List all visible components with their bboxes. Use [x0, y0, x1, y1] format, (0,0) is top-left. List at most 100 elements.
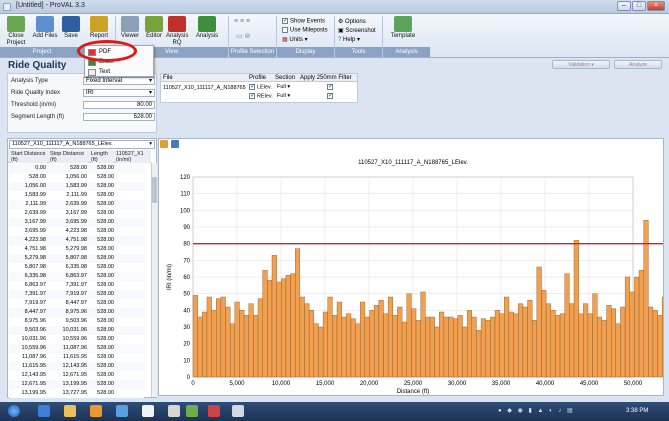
- analysis-button[interactable]: Analysis: [192, 16, 222, 50]
- table-row[interactable]: 5,807.98 6,335.98 528.00: [9, 263, 144, 272]
- app-icon[interactable]: [116, 405, 128, 417]
- table-row[interactable]: 2,111.99 2,639.99 528.00: [9, 200, 144, 209]
- system-tray-icons[interactable]: ● ◆ ◉ ▮ ▲ ◐ ♪ ▤: [498, 407, 610, 416]
- stop-distance-header: Stop Distance (ft): [50, 151, 88, 163]
- table-row[interactable]: 6,335.98 6,863.97 528.00: [9, 272, 144, 281]
- table-cell: 528.00: [97, 246, 114, 252]
- table-cell: 10,031.96: [21, 336, 46, 342]
- scrollbar-thumb[interactable]: [152, 177, 157, 203]
- use-mileposts-checkbox[interactable]: Use Mileposts: [282, 27, 328, 34]
- table-cell: 528.00: [97, 219, 114, 225]
- minimize-button[interactable]: –: [617, 1, 631, 11]
- table-row[interactable]: 8,975.96 9,503.96 528.00: [9, 317, 144, 326]
- app-icon[interactable]: [3, 3, 11, 11]
- threshold-input[interactable]: 80.00: [83, 101, 155, 109]
- table-row[interactable]: 9,503.96 10,031.96 528.00: [9, 326, 144, 335]
- table-row[interactable]: 4,223.98 4,751.98 528.00: [9, 236, 144, 245]
- table-row[interactable]: 1,583.99 2,111.99 528.00: [9, 191, 144, 200]
- proval-taskbar-icon[interactable]: [208, 405, 220, 417]
- table-row[interactable]: 528.00 1,056.00 528.00: [9, 173, 144, 182]
- table-cell: 4,751.98: [65, 237, 87, 243]
- filter-checkbox-left[interactable]: ✓: [327, 84, 335, 91]
- table-row[interactable]: 0.00 528.00 528.00: [9, 164, 144, 173]
- table-cell: 0.00: [35, 165, 46, 171]
- profile-align-icon[interactable]: ≡ ≡ ≡: [234, 18, 264, 28]
- close-window-button[interactable]: ×: [647, 1, 665, 11]
- profile-view-icon[interactable]: ▭ ⊘: [236, 32, 260, 42]
- app-icon[interactable]: [186, 405, 198, 417]
- table-row[interactable]: 2,639.99 3,167.99 528.00: [9, 209, 144, 218]
- table-row[interactable]: 12,143.95 12,671.95 528.00: [9, 371, 144, 380]
- section-select-right[interactable]: Full ▾: [277, 93, 290, 99]
- pdf-reader-icon[interactable]: [168, 405, 180, 417]
- table-scrollbar[interactable]: [151, 163, 157, 397]
- y-tick-label: 0: [187, 375, 191, 381]
- table-cell: 12,671.95: [62, 372, 87, 378]
- menu-item-text[interactable]: Text: [99, 69, 110, 75]
- bar: [234, 301, 240, 378]
- table-row[interactable]: 10,031.96 10,559.96 528.00: [9, 335, 144, 344]
- table-cell: 528.00: [97, 210, 114, 216]
- app-icon[interactable]: [90, 405, 102, 417]
- app-icon[interactable]: [232, 405, 244, 417]
- close-project-icon: [7, 16, 25, 32]
- title-bar: [Untitled] - ProVAL 3.3 – □ ×: [0, 0, 669, 14]
- table-row[interactable]: 7,391.97 7,919.97 528.00: [9, 290, 144, 299]
- app-icon[interactable]: [142, 405, 154, 417]
- analysis-type-select[interactable]: Fixed Interval ▾: [83, 77, 155, 85]
- group-label-profile-selection: Profile Selection: [229, 47, 276, 57]
- template-button[interactable]: Template: [388, 16, 418, 50]
- table-row[interactable]: 5,279.98 5,807.98 528.00: [9, 254, 144, 263]
- analyze-button[interactable]: Analyze: [614, 60, 662, 69]
- section-select-left[interactable]: Full ▾: [277, 84, 290, 90]
- x-tick-label: 20,000: [360, 381, 379, 387]
- table-row[interactable]: 10,559.96 11,087.96 528.00: [9, 344, 144, 353]
- table-row[interactable]: 11,615.95 12,143.95 528.00: [9, 362, 144, 371]
- help-button[interactable]: ? Help ▾: [338, 36, 360, 43]
- bar: [494, 310, 500, 378]
- options-button[interactable]: ⚙ Options: [338, 18, 366, 25]
- table-row[interactable]: 7,919.97 8,447.97 528.00: [9, 299, 144, 308]
- profile-select[interactable]: 110527_X10_111117_A_N188765_LElev. ▾: [9, 140, 155, 149]
- chart-title: 110527_X10_111117_A_N188765_LElev.: [358, 160, 468, 166]
- table-row[interactable]: 8,447.97 8,975.96 528.00: [9, 308, 144, 317]
- chevron-down-icon: ▾: [148, 90, 152, 96]
- table-row[interactable]: 11,087.96 11,615.95 528.00: [9, 353, 144, 362]
- viewer-icon: [121, 16, 139, 32]
- table-row[interactable]: 3,167.99 3,695.99 528.00: [9, 218, 144, 227]
- table-row[interactable]: 12,671.95 13,199.95 528.00: [9, 380, 144, 389]
- profile-left-label: LElev.: [257, 84, 272, 91]
- start-button-icon[interactable]: [8, 405, 20, 417]
- add-files-button[interactable]: Add Files: [32, 16, 58, 50]
- table-cell: 528.00: [97, 183, 114, 189]
- bar: [531, 320, 538, 378]
- table-row[interactable]: 6,863.97 7,391.97 528.00: [9, 281, 144, 290]
- save-button[interactable]: Save: [60, 16, 82, 50]
- filter-checkbox-right[interactable]: ✓: [327, 93, 335, 100]
- bar: [411, 308, 417, 378]
- validation-label: Validation: [568, 62, 590, 68]
- table-row[interactable]: 1,056.00 1,583.99 528.00: [9, 182, 144, 191]
- x-tick-label: 50,000: [624, 381, 643, 387]
- screenshot-button[interactable]: ▣ Screenshot: [338, 27, 376, 34]
- profile-checkbox-left[interactable]: ✓ LElev.: [249, 84, 272, 90]
- ride-quality-index-select[interactable]: IRI ▾: [83, 89, 155, 97]
- profile-checkbox-right[interactable]: ✓ RElev.: [249, 93, 273, 99]
- chevron-down-icon: ▾: [303, 37, 308, 43]
- ie-icon[interactable]: [38, 405, 50, 417]
- chevron-down-icon: ▾: [589, 62, 594, 68]
- validation-button[interactable]: Validation ▾: [552, 60, 610, 69]
- maximize-button[interactable]: □: [632, 1, 646, 11]
- folder-icon[interactable]: [64, 405, 76, 417]
- close-project-button[interactable]: Close Project: [4, 16, 28, 50]
- table-row[interactable]: 13,199.95 13,727.95 528.00: [9, 389, 144, 398]
- segment-length-input[interactable]: 528.00: [83, 113, 155, 121]
- table-row[interactable]: 4,751.98 5,279.98 528.00: [9, 245, 144, 254]
- bar: [513, 313, 519, 378]
- units-dropdown[interactable]: ▦ Units ▾: [282, 36, 308, 43]
- show-events-checkbox[interactable]: ✓ Show Events: [282, 18, 325, 25]
- table-cell: 528.00: [97, 192, 114, 198]
- analysis-rq-button[interactable]: Analysis RQ: [166, 16, 188, 50]
- table-row[interactable]: 3,695.99 4,223.98 528.00: [9, 227, 144, 236]
- table-cell: 9,503.96: [24, 327, 46, 333]
